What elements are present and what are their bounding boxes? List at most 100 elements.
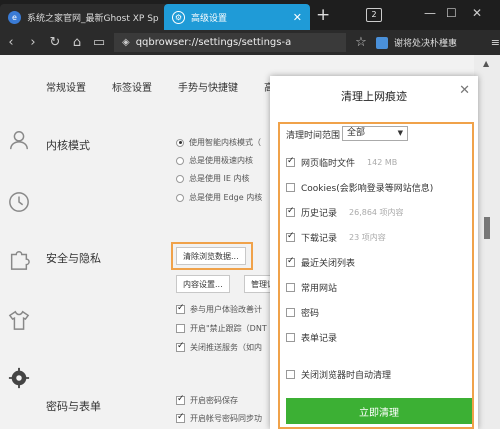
gear-icon[interactable]	[8, 367, 30, 389]
time-range-select[interactable]: 全部 ▼	[342, 126, 408, 141]
chevron-down-icon: ▼	[397, 129, 403, 137]
save-password-checkbox[interactable]: 开启密码保存	[176, 394, 238, 406]
checkbox-label: 开启帐号密码同步功	[190, 414, 262, 423]
tab-advanced-settings[interactable]: ⚙ 高级设置 ✕	[164, 4, 310, 30]
checkbox-box	[176, 303, 185, 314]
news-ticker-text: 谢将处决朴槿惠	[394, 39, 458, 49]
reader-icon[interactable]: ▭	[88, 35, 110, 50]
tab-title: 高级设置	[191, 13, 228, 24]
option-frequent-sites[interactable]: 常用网站	[286, 281, 337, 294]
option-cookies[interactable]: Cookies(会影响登录等网站信息)	[286, 181, 433, 194]
option-passwords[interactable]: 密码	[286, 306, 319, 319]
tab-count-badge[interactable]: 2	[366, 8, 382, 22]
checkbox-label: 开启"禁止跟踪（DNT	[190, 324, 267, 333]
checkbox-box	[286, 206, 295, 217]
option-form-data[interactable]: 表单记录	[286, 331, 337, 344]
checkbox-box	[286, 308, 295, 317]
option-label: 关闭浏览器时自动清理	[301, 371, 392, 381]
clear-data-dialog: 清理上网痕迹 ✕ 清理时间范围 全部 ▼ 网页临时文件 142 MB Cookie…	[270, 76, 478, 429]
news-icon	[376, 36, 388, 49]
option-label: 密码	[301, 309, 320, 319]
radio-label: 总是使用极速内核	[189, 156, 253, 165]
checkbox-box	[176, 412, 185, 423]
close-window-icon[interactable]: ✕	[472, 6, 482, 20]
option-label: 下载记录	[301, 234, 338, 244]
news-ticker[interactable]: 谢将处决朴槿惠 ≡	[372, 36, 500, 49]
push-service-checkbox[interactable]: 关闭推送服务（如内	[176, 341, 262, 353]
checkbox-label: 参与用户体验改善计	[190, 305, 262, 314]
page-icon: ◈	[122, 37, 130, 48]
scrollbar-thumb[interactable]	[484, 217, 490, 239]
option-meta: 26,864 项内容	[349, 208, 404, 217]
minimize-icon[interactable]: —	[424, 6, 436, 20]
radio-edge-kernel[interactable]: 总是使用 Edge 内核	[176, 192, 262, 203]
auto-clear-on-exit-checkbox[interactable]: 关闭浏览器时自动清理	[286, 368, 391, 381]
checkbox-box	[286, 370, 295, 379]
menu-icon[interactable]: ≡	[491, 36, 500, 49]
clock-icon[interactable]	[8, 191, 30, 213]
radio-speed-kernel[interactable]: 总是使用极速内核	[176, 155, 253, 166]
tab-title: 系统之家官网_最新Ghost XP Sp	[27, 13, 159, 24]
tab-strip: e 系统之家官网_最新Ghost XP Sp ⚙ 高级设置 ✕ + 2 — ☐ …	[0, 0, 500, 30]
settings-favicon-icon: ⚙	[172, 10, 185, 24]
checkbox-box	[176, 324, 185, 333]
close-tab-icon[interactable]: ✕	[293, 11, 302, 24]
option-label: 历史记录	[301, 209, 338, 219]
option-label: 常用网站	[301, 284, 338, 294]
checkbox-box	[286, 283, 295, 292]
radio-dot	[176, 138, 184, 147]
radio-ie-kernel[interactable]: 总是使用 IE 内核	[176, 173, 250, 184]
new-tab-button[interactable]: +	[316, 6, 330, 24]
puzzle-icon[interactable]	[8, 249, 30, 271]
tab-tab-settings[interactable]: 标签设置	[112, 79, 152, 94]
settings-tabs: 常规设置 标签设置 手势与快捷键 高	[46, 79, 274, 94]
radio-label: 总是使用 IE 内核	[189, 174, 250, 183]
radio-smart-kernel[interactable]: 使用智能内核模式（	[176, 137, 261, 148]
scroll-up-icon[interactable]: ▲	[483, 59, 489, 68]
settings-category-column	[0, 55, 36, 429]
radio-dot	[176, 174, 184, 183]
privacy-section-title: 安全与隐私	[46, 252, 101, 265]
checkbox-box	[286, 256, 295, 267]
option-history[interactable]: 历史记录 26,864 项内容	[286, 206, 404, 219]
checkbox-box	[176, 394, 185, 405]
content-settings-button[interactable]: 内容设置...	[176, 275, 230, 293]
shirt-icon[interactable]	[8, 309, 30, 331]
checkbox-box	[286, 231, 295, 242]
address-text: qqbrowser://settings/settings-a	[135, 37, 292, 48]
ux-improvement-checkbox[interactable]: 参与用户体验改善计	[176, 303, 262, 315]
tab-gestures[interactable]: 手势与快捷键	[178, 79, 238, 94]
navigation-bar: ‹ › ↻ ⌂ ▭ ◈ qqbrowser://settings/setting…	[0, 30, 500, 55]
password-section-title: 密码与表单	[46, 400, 101, 413]
forward-icon[interactable]: ›	[22, 35, 44, 50]
maximize-icon[interactable]: ☐	[446, 6, 457, 20]
option-downloads[interactable]: 下载记录 23 项内容	[286, 231, 386, 244]
bookmark-star-icon[interactable]: ☆	[350, 35, 372, 50]
time-range-value: 全部	[347, 128, 366, 138]
checkbox-label: 开启密码保存	[190, 396, 238, 405]
radio-label: 总是使用 Edge 内核	[189, 193, 263, 202]
option-label: Cookies(会影响登录等网站信息)	[301, 184, 434, 194]
home-icon[interactable]: ⌂	[66, 35, 88, 50]
user-icon[interactable]	[8, 129, 30, 151]
tab-xitongzhijia[interactable]: e 系统之家官网_最新Ghost XP Sp	[0, 4, 172, 30]
dialog-close-icon[interactable]: ✕	[459, 83, 470, 98]
option-temp-files[interactable]: 网页临时文件 142 MB	[286, 156, 397, 169]
checkbox-box	[286, 333, 295, 342]
tab-general[interactable]: 常规设置	[46, 79, 86, 94]
checkbox-box	[286, 183, 295, 192]
address-bar[interactable]: ◈ qqbrowser://settings/settings-a	[114, 33, 346, 52]
clear-browsing-data-button[interactable]: 清除浏览数据...	[176, 247, 246, 265]
checkbox-box	[286, 156, 295, 167]
do-not-track-checkbox[interactable]: 开启"禁止跟踪（DNT	[176, 323, 267, 334]
back-icon[interactable]: ‹	[0, 35, 22, 50]
option-meta: 23 项内容	[349, 233, 386, 242]
sync-password-checkbox[interactable]: 开启帐号密码同步功	[176, 412, 262, 424]
dialog-title: 清理上网痕迹	[341, 90, 407, 103]
radio-dot	[176, 156, 184, 165]
reload-icon[interactable]: ↻	[44, 35, 66, 50]
clear-now-button[interactable]: 立即清理	[286, 398, 472, 424]
time-range-label: 清理时间范围	[286, 131, 341, 141]
option-recently-closed[interactable]: 最近关闭列表	[286, 256, 355, 269]
checkbox-label: 关闭推送服务（如内	[190, 343, 262, 352]
